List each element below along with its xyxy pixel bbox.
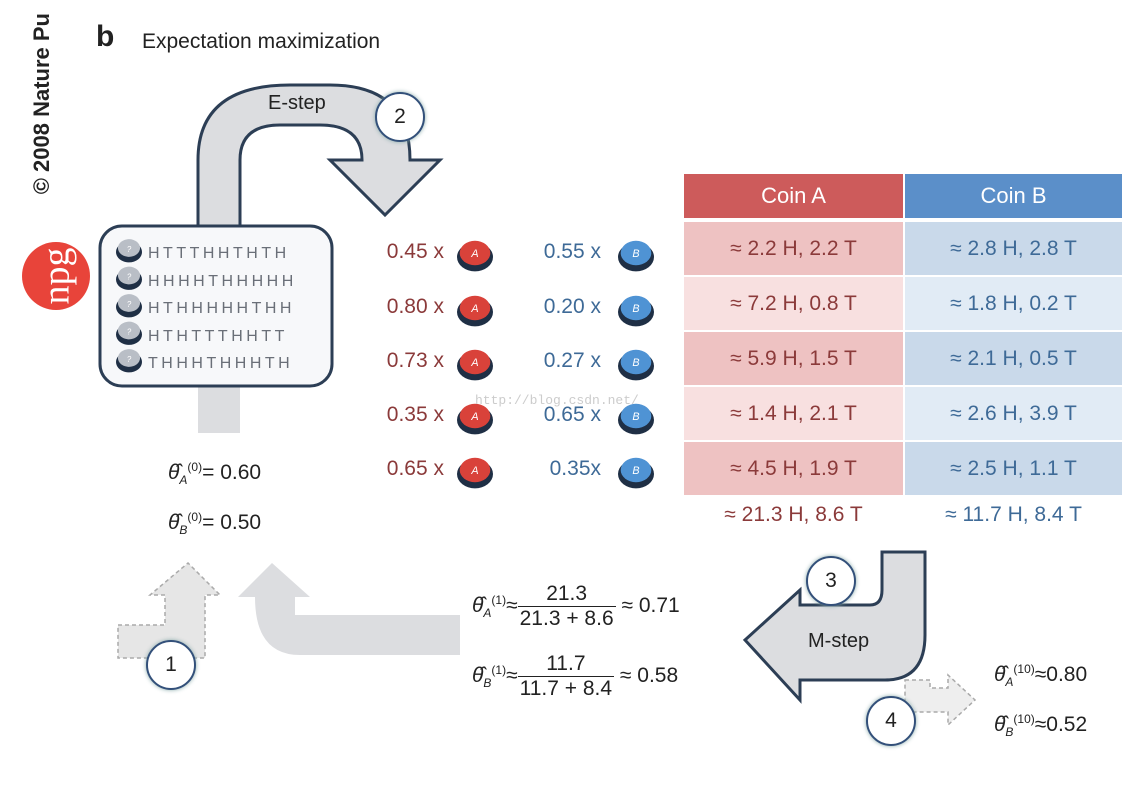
coin-b-icon: B bbox=[618, 295, 654, 327]
weight-b: 0.27 x bbox=[543, 349, 601, 372]
sequence: HTHHHHHTHH bbox=[148, 300, 295, 317]
svg-text:A: A bbox=[470, 357, 478, 369]
weight-b: 0.35x bbox=[549, 457, 601, 480]
theta-a-initial: θ̂A(0)= 0.60 bbox=[168, 460, 262, 488]
coin-a-total: ≈ 21.3 H, 8.6 T bbox=[724, 503, 863, 526]
theta-b-final: θ̂B(10)≈0.52 bbox=[994, 712, 1088, 740]
coin-b-header: Coin B bbox=[905, 174, 1122, 218]
coin-a-icon: A bbox=[457, 240, 493, 272]
coin-sequences: HTTTHHTHTH HHHHTHHHHH HTHHHHHTHH HTHTTTH… bbox=[148, 240, 297, 378]
npg-logo: npg bbox=[22, 242, 90, 310]
coin-a-icon: A bbox=[457, 403, 493, 435]
coin-a-icon: A bbox=[457, 295, 493, 327]
weight-a: 0.73 x bbox=[386, 349, 444, 372]
sequence: HTHTTTHHTT bbox=[148, 327, 288, 345]
svg-text:B: B bbox=[632, 303, 639, 315]
coin-b-cell: ≈ 2.5 H, 1.1 T bbox=[905, 442, 1122, 495]
return-arrow bbox=[238, 563, 460, 655]
weight-a: 0.80 x bbox=[386, 295, 444, 318]
svg-text:B: B bbox=[632, 465, 639, 477]
coin-a-header: Coin A bbox=[684, 174, 903, 218]
coin-b-total: ≈ 11.7 H, 8.4 T bbox=[945, 503, 1082, 526]
coin-b-cell: ≈ 2.6 H, 3.9 T bbox=[905, 387, 1122, 440]
step-3-badge: 3 bbox=[806, 556, 856, 606]
coin-b-cell: ≈ 2.1 H, 0.5 T bbox=[905, 332, 1122, 385]
coin-a-cell: ≈ 1.4 H, 2.1 T bbox=[684, 387, 903, 440]
step-1-badge: 1 bbox=[146, 640, 196, 690]
coin-b-cell: ≈ 2.8 H, 2.8 T bbox=[905, 222, 1122, 275]
step-2-badge: 2 bbox=[375, 92, 425, 142]
coin-a-cell: ≈ 2.2 H, 2.2 T bbox=[684, 222, 903, 275]
coin-a-cell: ≈ 4.5 H, 1.9 T bbox=[684, 442, 903, 495]
svg-text:A: A bbox=[470, 465, 478, 477]
weight-a: 0.35 x bbox=[386, 403, 444, 426]
coin-b-icon: B bbox=[618, 403, 654, 435]
watermark: http://blog.csdn.net/ bbox=[475, 393, 639, 408]
step-4-badge: 4 bbox=[866, 696, 916, 746]
e-step-label: E-step bbox=[268, 92, 326, 114]
theta-b-initial: θ̂B(0)= 0.50 bbox=[168, 510, 262, 538]
weight-b: 0.20 x bbox=[543, 295, 601, 318]
svg-text:A: A bbox=[470, 303, 478, 315]
weight-b: 0.55 x bbox=[543, 240, 601, 263]
coin-b-icon: B bbox=[618, 457, 654, 489]
coin-a-cell: ≈ 5.9 H, 1.5 T bbox=[684, 332, 903, 385]
svg-text:?: ? bbox=[127, 300, 132, 309]
sequence: THHHTHHHTH bbox=[148, 355, 294, 372]
figure-title: Expectation maximization bbox=[142, 30, 381, 53]
theta-b-update: θ̂B(1)≈ 11.7 11.7 + 8.4 ≈ 0.58 bbox=[472, 652, 679, 700]
copyright-text: © 2008 Nature Pu bbox=[29, 13, 54, 195]
theta-a-update: θ̂A(1)≈ 21.3 21.3 + 8.6 ≈ 0.71 bbox=[472, 582, 680, 630]
coin-b-icon: B bbox=[618, 349, 654, 381]
weight-a: 0.45 x bbox=[386, 240, 444, 263]
weight-a: 0.65 x bbox=[386, 457, 444, 480]
svg-text:B: B bbox=[632, 411, 639, 423]
svg-text:A: A bbox=[470, 248, 478, 260]
sequence: HHHHTHHHHH bbox=[148, 272, 297, 290]
sequence: HTTTHHTHTH bbox=[148, 245, 290, 262]
panel-label: b bbox=[96, 20, 115, 53]
svg-text:?: ? bbox=[127, 273, 132, 282]
theta-a-final: θ̂A(10)≈0.80 bbox=[994, 662, 1088, 690]
svg-text:?: ? bbox=[127, 328, 132, 337]
svg-text:?: ? bbox=[127, 245, 132, 254]
svg-text:B: B bbox=[632, 357, 639, 369]
m-step-label: M-step bbox=[808, 630, 870, 652]
coin-b-icon: B bbox=[618, 240, 654, 272]
coin-a-cell: ≈ 7.2 H, 0.8 T bbox=[684, 277, 903, 330]
svg-text:A: A bbox=[470, 411, 478, 423]
coin-b-cell: ≈ 1.8 H, 0.2 T bbox=[905, 277, 1122, 330]
coin-a-icon: A bbox=[457, 457, 493, 489]
coin-a-icon: A bbox=[457, 349, 493, 381]
svg-text:B: B bbox=[632, 248, 639, 260]
arrow-stem bbox=[198, 385, 240, 433]
svg-text:?: ? bbox=[127, 355, 132, 364]
